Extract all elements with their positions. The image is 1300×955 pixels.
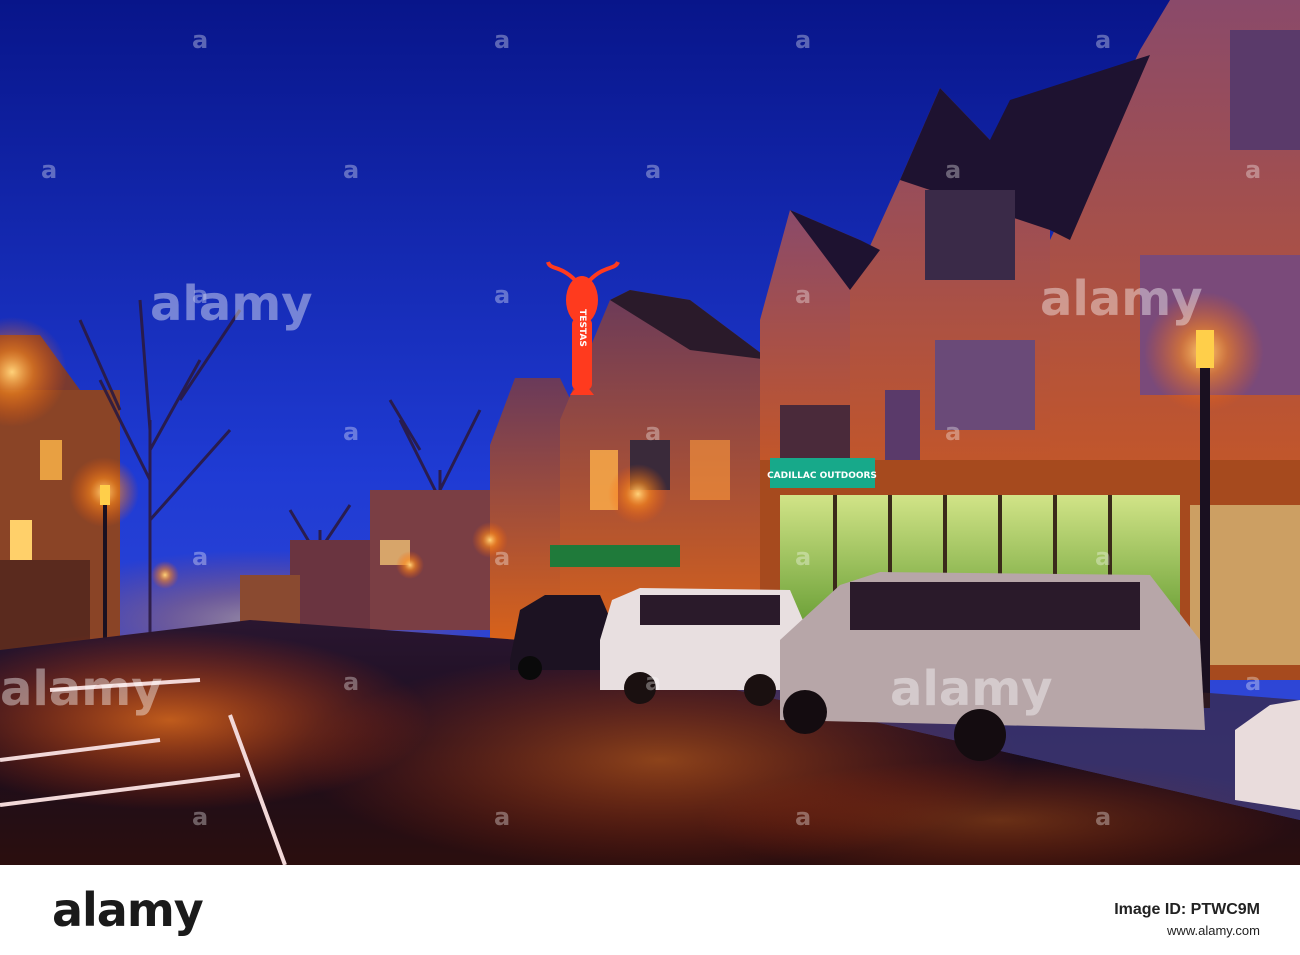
svg-text:a: a (795, 26, 811, 54)
svg-text:a: a (192, 543, 208, 571)
street-photo: TESTAS CADILLAC OUTDOORS alamy alamy ala… (0, 0, 1300, 865)
svg-text:alamy: alamy (890, 661, 1053, 717)
svg-text:a: a (192, 803, 208, 831)
svg-text:a: a (795, 803, 811, 831)
svg-text:a: a (494, 26, 510, 54)
svg-text:a: a (343, 418, 359, 446)
svg-text:a: a (1095, 543, 1111, 571)
svg-text:a: a (645, 156, 661, 184)
svg-text:a: a (494, 803, 510, 831)
svg-text:a: a (343, 668, 359, 696)
svg-text:a: a (1245, 156, 1261, 184)
svg-text:alamy: alamy (1040, 271, 1203, 327)
svg-text:a: a (1245, 668, 1261, 696)
svg-text:a: a (945, 418, 961, 446)
svg-text:alamy: alamy (0, 661, 163, 717)
svg-text:a: a (192, 26, 208, 54)
svg-text:a: a (343, 156, 359, 184)
svg-text:a: a (945, 156, 961, 184)
lobster-sign-text: TESTAS (577, 309, 587, 347)
image-id: Image ID: PTWC9M (1114, 901, 1260, 918)
svg-text:a: a (795, 281, 811, 309)
svg-text:a: a (494, 281, 510, 309)
alamy-logo[interactable]: alamy (52, 883, 204, 937)
stock-footer: alamy Image ID: PTWC9M www.alamy.com (0, 865, 1300, 955)
svg-text:a: a (795, 543, 811, 571)
svg-text:a: a (494, 543, 510, 571)
svg-text:a: a (645, 418, 661, 446)
svg-text:a: a (1095, 26, 1111, 54)
site-url[interactable]: www.alamy.com (1167, 923, 1260, 938)
svg-text:alamy: alamy (150, 276, 313, 332)
svg-text:a: a (645, 668, 661, 696)
street-scene-svg: TESTAS CADILLAC OUTDOORS alamy alamy ala… (0, 0, 1300, 865)
svg-text:a: a (41, 156, 57, 184)
outdoors-sign-text: CADILLAC OUTDOORS (767, 471, 877, 481)
svg-text:a: a (1095, 803, 1111, 831)
svg-text:a: a (192, 281, 208, 309)
